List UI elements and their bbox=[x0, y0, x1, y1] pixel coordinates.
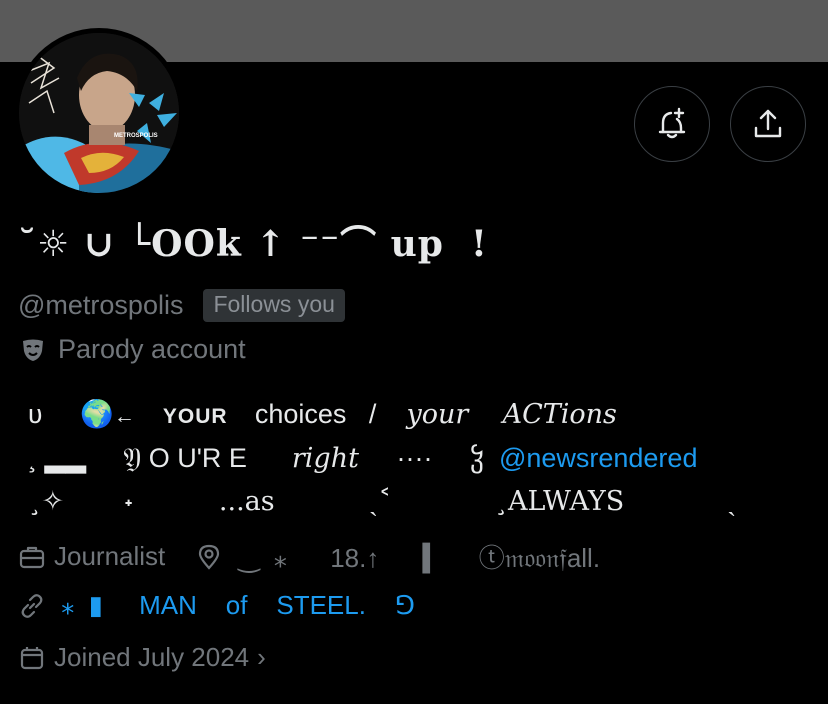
display-name: ˘☼ ∪ └OOk ↑ ⁻⁻⌒ up ! bbox=[18, 223, 488, 265]
profile-website-link[interactable]: ⁎ ▮ MAN of STEEL. ⅁ bbox=[54, 590, 415, 621]
bio-text: ¸ ▂▂ 𝔜 O U'R E bbox=[28, 443, 292, 473]
handle-row: @metrospolis Follows you bbox=[18, 287, 345, 323]
share-button[interactable] bbox=[730, 86, 806, 162]
parody-label-row: Parody account bbox=[20, 334, 246, 365]
profile-avatar[interactable]: METROSPOLIS bbox=[14, 28, 184, 198]
parody-account-label: Parody account bbox=[58, 334, 246, 364]
calendar-icon bbox=[18, 644, 46, 672]
bio-line-1: ʋ 🌍← YOUR choices / your ACTions bbox=[28, 392, 808, 436]
bio-text: / bbox=[346, 399, 407, 429]
chevron-right-icon: › bbox=[257, 642, 266, 672]
bio-text: your bbox=[406, 399, 469, 430]
bio-text: right bbox=[291, 443, 359, 474]
link-icon bbox=[18, 592, 46, 620]
bio-text: ACTions bbox=[468, 399, 617, 430]
share-icon bbox=[750, 106, 786, 142]
user-handle: @metrospolis bbox=[18, 289, 184, 320]
profile-bio: ʋ 🌍← YOUR choices / your ACTions ¸ ▂▂ 𝔜 … bbox=[28, 392, 808, 524]
bio-line-2: ¸ ▂▂ 𝔜 O U'R E right ···· ჴ @newsrendere… bbox=[28, 436, 808, 480]
profile-link-row: ⁎ ▮ MAN of STEEL. ⅁ bbox=[18, 590, 415, 621]
bio-mention-link[interactable]: @newsrendered bbox=[499, 443, 698, 473]
avatar-image: METROSPOLIS bbox=[19, 33, 179, 193]
follows-you-badge: Follows you bbox=[203, 288, 345, 322]
joined-row[interactable]: Joined July 2024 › bbox=[18, 642, 266, 673]
joined-date: Joined July 2024 bbox=[54, 642, 250, 672]
bio-text: ← YOUR bbox=[113, 405, 255, 428]
bio-line-3: ¸✧ ˖ ...as ˎ˂ ¸ALWAYS ˏ bbox=[28, 486, 737, 517]
notify-button[interactable] bbox=[634, 86, 710, 162]
profession-label: Journalist bbox=[54, 541, 166, 571]
avatar-artwork: METROSPOLIS bbox=[19, 33, 179, 193]
globe-icon: 🌍 bbox=[80, 399, 114, 429]
bio-text: ···· ჴ bbox=[358, 443, 499, 473]
bio-text: ʋ bbox=[28, 399, 81, 429]
location-label: ‿ ⁎ 18.↑ ▍ ⓣ𝔪𝔬𝔬𝔫𝔣all. bbox=[231, 543, 601, 573]
bell-plus-icon bbox=[654, 106, 690, 142]
avatar-caption: METROSPOLIS bbox=[114, 133, 158, 139]
theater-mask-icon bbox=[20, 337, 46, 363]
bio-text: choices bbox=[254, 399, 347, 429]
briefcase-icon bbox=[18, 543, 46, 571]
profile-meta-row: Journalist ‿ ⁎ 18.↑ ▍ ⓣ𝔪𝔬𝔬𝔫𝔣all. bbox=[18, 538, 600, 575]
location-pin-icon bbox=[195, 543, 223, 571]
